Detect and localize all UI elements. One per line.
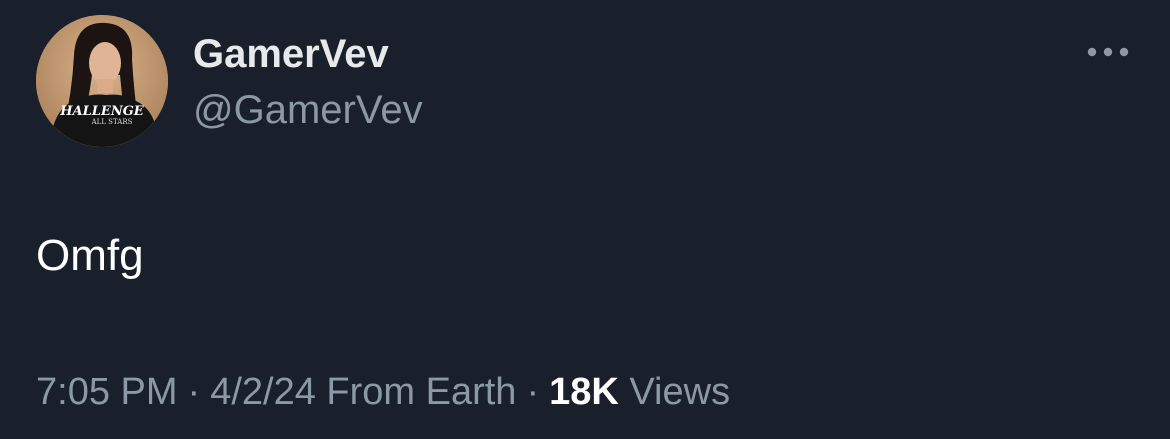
- views-count[interactable]: 18K: [549, 371, 619, 413]
- tweet-date[interactable]: 4/2/24: [210, 371, 316, 413]
- avatar-shirt-text: HALLENGE: [59, 104, 145, 119]
- tweet-text: Omfg: [36, 231, 144, 280]
- meta-separator: ·: [187, 371, 201, 413]
- more-options-button[interactable]: [1080, 36, 1136, 68]
- tweet: HALLENGE ALL STARS GamerVev @GamerVev Om…: [0, 0, 1170, 439]
- tweet-time[interactable]: 7:05 PM: [36, 371, 178, 413]
- views-label[interactable]: Views: [629, 371, 730, 413]
- avatar-shirt-subtext: ALL STARS: [91, 118, 133, 126]
- avatar[interactable]: HALLENGE ALL STARS: [36, 15, 168, 147]
- more-horizontal-icon: [1087, 47, 1129, 57]
- author-handle[interactable]: @GamerVev: [193, 86, 423, 134]
- meta-separator: ·: [526, 371, 540, 413]
- author-display-name[interactable]: GamerVev: [193, 30, 389, 78]
- avatar-image: HALLENGE ALL STARS: [36, 15, 168, 147]
- tweet-source: From Earth: [326, 371, 517, 413]
- tweet-meta: 7:05 PM · 4/2/24 From Earth · 18K Views: [36, 366, 730, 418]
